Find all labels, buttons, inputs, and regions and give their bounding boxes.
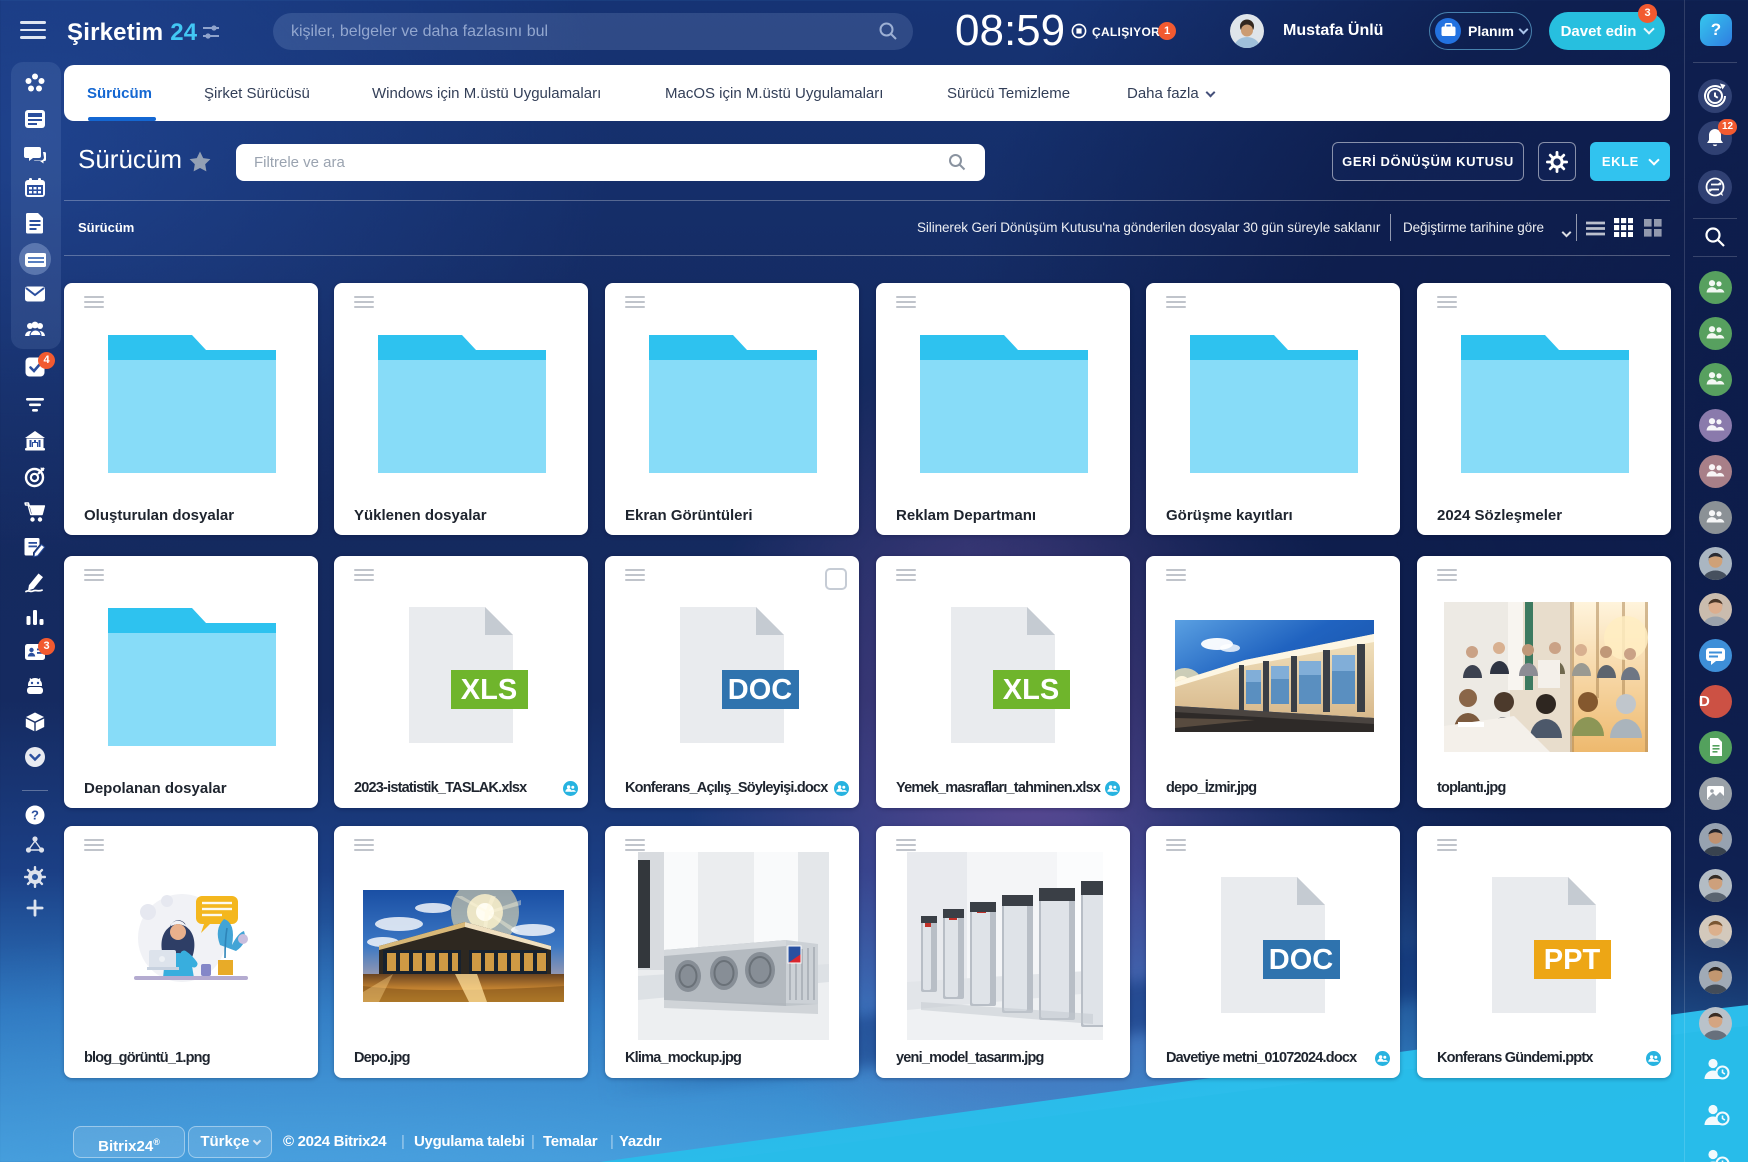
svg-text:PPT: PPT [1544, 944, 1601, 976]
svg-text:XLS: XLS [1003, 674, 1059, 706]
svg-text:DOC: DOC [1269, 944, 1334, 976]
svg-text:?: ? [31, 808, 39, 823]
svg-text:XLS: XLS [461, 674, 517, 706]
svg-text:DOC: DOC [728, 674, 793, 706]
